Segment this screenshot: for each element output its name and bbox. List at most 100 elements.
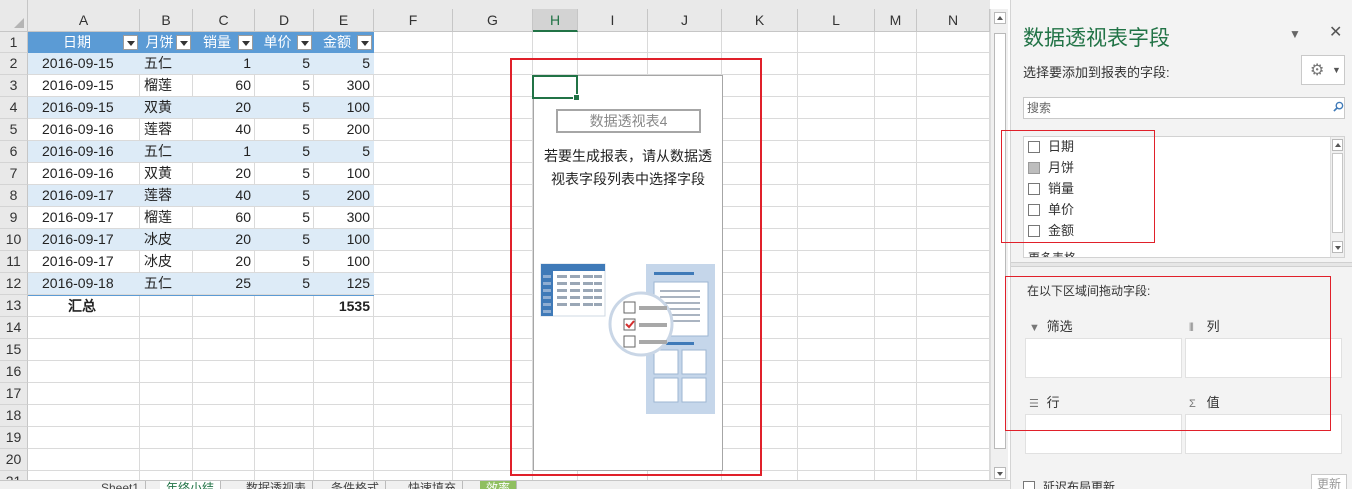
- table-cell[interactable]: 20: [193, 251, 255, 272]
- table-cell[interactable]: 100: [314, 251, 374, 272]
- column-header-a[interactable]: A: [28, 9, 140, 32]
- table-cell[interactable]: 1: [193, 141, 255, 162]
- column-header-b[interactable]: B: [140, 9, 193, 32]
- row-header-15[interactable]: 15: [0, 339, 28, 361]
- table-cell[interactable]: 5: [255, 273, 314, 294]
- table-cell[interactable]: 5: [314, 53, 374, 74]
- table-cell[interactable]: 2016-09-16: [28, 163, 140, 184]
- table-cell[interactable]: 5: [255, 53, 314, 74]
- row-header-13[interactable]: 13: [0, 295, 28, 317]
- table-cell[interactable]: 100: [314, 163, 374, 184]
- row-header-20[interactable]: 20: [0, 449, 28, 471]
- column-header-h[interactable]: H: [533, 9, 578, 32]
- table-cell[interactable]: 冰皮: [140, 229, 193, 250]
- filter-dropdown-icon[interactable]: [238, 35, 253, 50]
- select-all-corner[interactable]: [0, 0, 28, 32]
- table-cell[interactable]: 25: [193, 273, 255, 294]
- scroll-thumb[interactable]: [1332, 153, 1343, 233]
- row-header-8[interactable]: 8: [0, 185, 28, 207]
- row-header-18[interactable]: 18: [0, 405, 28, 427]
- row-header-17[interactable]: 17: [0, 383, 28, 405]
- table-cell[interactable]: 300: [314, 207, 374, 228]
- table-cell[interactable]: 2016-09-18: [28, 273, 140, 294]
- table-cell[interactable]: 2016-09-17: [28, 185, 140, 206]
- filter-dropdown-icon[interactable]: [123, 35, 138, 50]
- row-header-14[interactable]: 14: [0, 317, 28, 339]
- table-cell[interactable]: 5: [255, 141, 314, 162]
- table-cell[interactable]: 2016-09-17: [28, 229, 140, 250]
- column-header-m[interactable]: M: [875, 9, 917, 32]
- column-header-k[interactable]: K: [722, 9, 798, 32]
- row-header-9[interactable]: 9: [0, 207, 28, 229]
- table-cell[interactable]: 100: [314, 97, 374, 118]
- more-tables-link[interactable]: 更多表格...: [1028, 249, 1086, 257]
- table-cell[interactable]: 莲蓉: [140, 119, 193, 140]
- table-cell[interactable]: 榴莲: [140, 75, 193, 96]
- table-cell[interactable]: 200: [314, 185, 374, 206]
- sheet-tab[interactable]: 数据透视表: [240, 481, 314, 489]
- row-header-4[interactable]: 4: [0, 97, 28, 119]
- table-cell[interactable]: 2016-09-15: [28, 53, 140, 74]
- filter-dropdown-icon[interactable]: [357, 35, 372, 50]
- filter-dropdown-icon[interactable]: [297, 35, 312, 50]
- scroll-down-icon[interactable]: [994, 467, 1006, 479]
- table-cell[interactable]: 200: [314, 119, 374, 140]
- table-cell[interactable]: 20: [193, 163, 255, 184]
- table-cell[interactable]: 5: [255, 97, 314, 118]
- row-header-3[interactable]: 3: [0, 75, 28, 97]
- table-cell[interactable]: 2016-09-17: [28, 207, 140, 228]
- pane-options-chevron-icon[interactable]: ▼: [1289, 27, 1301, 41]
- update-button[interactable]: 更新: [1311, 474, 1347, 489]
- table-cell[interactable]: 五仁: [140, 273, 193, 294]
- table-cell[interactable]: 双黄: [140, 163, 193, 184]
- table-cell[interactable]: 5: [314, 141, 374, 162]
- scroll-up-icon[interactable]: [994, 12, 1006, 24]
- table-cell[interactable]: 125: [314, 273, 374, 294]
- sheet-tab[interactable]: 年终小结: [160, 481, 222, 489]
- row-header-11[interactable]: 11: [0, 251, 28, 273]
- table-cell[interactable]: 2016-09-16: [28, 141, 140, 162]
- table-cell[interactable]: 2016-09-17: [28, 251, 140, 272]
- defer-checkbox[interactable]: [1023, 481, 1035, 489]
- scroll-down-icon[interactable]: [1332, 241, 1343, 253]
- sheet-tab[interactable]: 快速填充: [402, 481, 464, 489]
- column-header-d[interactable]: D: [255, 9, 314, 32]
- row-header-1[interactable]: 1: [0, 32, 28, 53]
- table-cell[interactable]: 1: [193, 53, 255, 74]
- table-cell[interactable]: 双黄: [140, 97, 193, 118]
- table-cell[interactable]: 5: [255, 207, 314, 228]
- scroll-up-icon[interactable]: [1332, 139, 1343, 151]
- table-cell[interactable]: 5: [255, 119, 314, 140]
- column-header-i[interactable]: I: [578, 9, 648, 32]
- column-header-l[interactable]: L: [798, 9, 875, 32]
- tools-button[interactable]: ⚙ ▼: [1301, 55, 1345, 85]
- row-header-21[interactable]: 21: [0, 471, 28, 480]
- column-header-c[interactable]: C: [193, 9, 255, 32]
- column-header-j[interactable]: J: [648, 9, 722, 32]
- column-header-n[interactable]: N: [917, 9, 990, 32]
- table-cell[interactable]: 40: [193, 119, 255, 140]
- column-header-g[interactable]: G: [453, 9, 533, 32]
- column-header-e[interactable]: E: [314, 9, 374, 32]
- table-cell[interactable]: 五仁: [140, 141, 193, 162]
- table-cell[interactable]: 300: [314, 75, 374, 96]
- table-cell[interactable]: 5: [255, 251, 314, 272]
- sheet-tab[interactable]: 效率: [480, 481, 518, 489]
- row-header-5[interactable]: 5: [0, 119, 28, 141]
- sheet-tab[interactable]: 条件格式: [325, 481, 387, 489]
- table-cell[interactable]: 2016-09-16: [28, 119, 140, 140]
- table-cell[interactable]: 5: [255, 75, 314, 96]
- table-cell[interactable]: 5: [255, 185, 314, 206]
- table-cell[interactable]: 冰皮: [140, 251, 193, 272]
- column-header-f[interactable]: F: [374, 9, 453, 32]
- close-icon[interactable]: ✕: [1329, 22, 1342, 42]
- table-cell[interactable]: 40: [193, 185, 255, 206]
- row-header-6[interactable]: 6: [0, 141, 28, 163]
- table-cell[interactable]: 榴莲: [140, 207, 193, 228]
- table-cell[interactable]: 100: [314, 229, 374, 250]
- row-header-12[interactable]: 12: [0, 273, 28, 295]
- table-cell[interactable]: 20: [193, 97, 255, 118]
- table-cell[interactable]: 2016-09-15: [28, 97, 140, 118]
- table-cell[interactable]: 2016-09-15: [28, 75, 140, 96]
- table-cell[interactable]: 20: [193, 229, 255, 250]
